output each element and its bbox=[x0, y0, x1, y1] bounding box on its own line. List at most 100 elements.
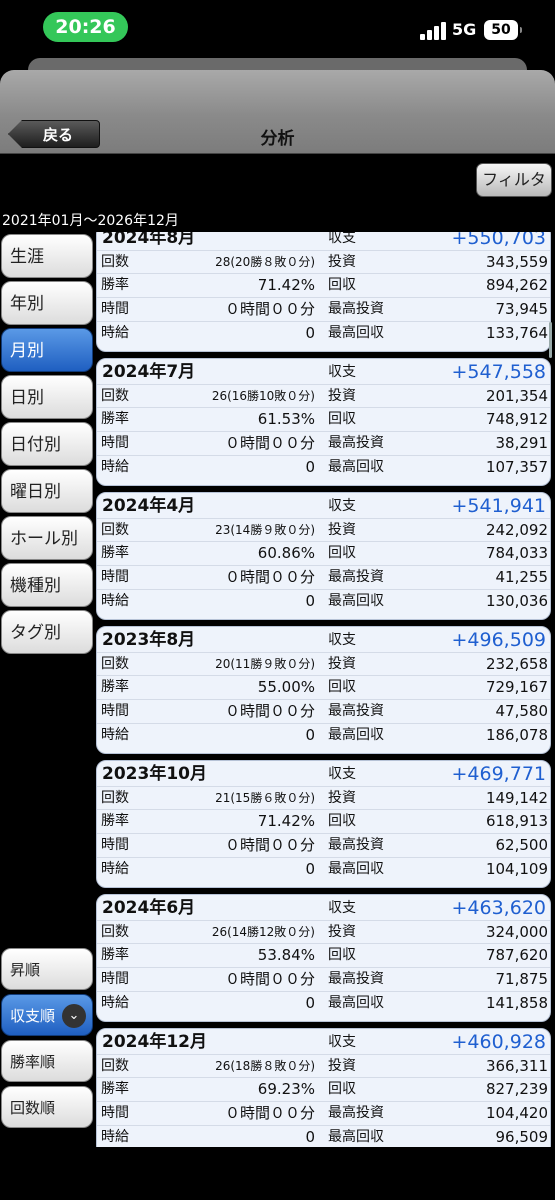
investment-value: 242,092 bbox=[485, 521, 548, 539]
list-item[interactable]: 2024年6月 収支 +463,620 回数 26(14勝12敗０分) 投資 3… bbox=[96, 894, 551, 1022]
battery-icon: 50 bbox=[484, 20, 522, 40]
month-title: 2024年4月 bbox=[102, 496, 196, 516]
return-label: 回収 bbox=[328, 813, 356, 829]
sidebar-item-by-machine[interactable]: 機種別 bbox=[1, 563, 93, 607]
hourly-label: 時給 bbox=[101, 459, 129, 475]
hourly-label: 時給 bbox=[101, 593, 129, 609]
profit-label: 収支 bbox=[328, 766, 356, 782]
sidebar-item-by-tag[interactable]: タグ別 bbox=[1, 610, 93, 654]
return-value: 748,912 bbox=[485, 410, 548, 428]
max-return-label: 最高回収 bbox=[328, 593, 384, 609]
table-row: 時給 0 最高回収 130,036 bbox=[97, 589, 550, 613]
return-label: 回収 bbox=[328, 277, 356, 293]
max-investment-value: 73,945 bbox=[495, 300, 549, 318]
profit-label: 収支 bbox=[328, 900, 356, 916]
sort-by-profit-button[interactable]: 収支順 ⌄ bbox=[1, 994, 93, 1036]
sidebar-item-by-hall[interactable]: ホール別 bbox=[1, 516, 93, 560]
sidebar-item-lifetime[interactable]: 生涯 bbox=[1, 234, 93, 278]
count-value: 26(16勝10敗０分) bbox=[211, 389, 315, 403]
table-row: 回数 26(16勝10敗０分) 投資 201,354 bbox=[97, 384, 550, 408]
count-label: 回数 bbox=[101, 656, 129, 672]
sidebar-item-by-weekday[interactable]: 曜日別 bbox=[1, 469, 93, 513]
table-row: 勝率 69.23% 回収 827,239 bbox=[97, 1077, 550, 1101]
results-list[interactable]: 2024年8月 収支 +550,703 回数 28(20勝８敗０分) 投資 34… bbox=[94, 232, 555, 1147]
max-return-value: 104,109 bbox=[485, 860, 548, 878]
time-value: ０時間００分 bbox=[224, 1104, 315, 1122]
investment-label: 投資 bbox=[328, 790, 356, 806]
max-investment-label: 最高投資 bbox=[328, 435, 384, 451]
time-label: 時間 bbox=[101, 569, 129, 585]
winrate-label: 勝率 bbox=[101, 813, 129, 829]
time-label: 時間 bbox=[101, 301, 129, 317]
hourly-label: 時給 bbox=[101, 325, 129, 341]
list-item[interactable]: 2023年8月 収支 +496,509 回数 20(11勝９敗０分) 投資 23… bbox=[96, 626, 551, 754]
table-row: 時間 ０時間００分 最高投資 104,420 bbox=[97, 1101, 550, 1125]
list-item[interactable]: 2024年7月 収支 +547,558 回数 26(16勝10敗０分) 投資 2… bbox=[96, 358, 551, 486]
table-row: 勝率 53.84% 回収 787,620 bbox=[97, 943, 550, 967]
table-row: 勝率 60.86% 回収 784,033 bbox=[97, 541, 550, 565]
return-label: 回収 bbox=[328, 679, 356, 695]
page-title: 分析 bbox=[260, 129, 295, 149]
scrollbar[interactable] bbox=[549, 322, 552, 358]
max-return-value: 186,078 bbox=[485, 726, 548, 744]
winrate-value: 55.00% bbox=[257, 678, 315, 696]
max-investment-label: 最高投資 bbox=[328, 971, 384, 987]
sidebar-item-by-date[interactable]: 日付別 bbox=[1, 422, 93, 466]
network-type: 5G bbox=[452, 20, 477, 39]
sidebar-item-monthly[interactable]: 月別 bbox=[1, 328, 93, 372]
filter-button[interactable]: フィルタ bbox=[476, 163, 552, 197]
table-row: 回数 26(14勝12敗０分) 投資 324,000 bbox=[97, 920, 550, 944]
max-return-value: 133,764 bbox=[485, 324, 548, 342]
hourly-value: 0 bbox=[305, 726, 315, 744]
cellular-signal-icon bbox=[420, 22, 448, 40]
winrate-value: 69.23% bbox=[257, 1080, 315, 1098]
max-return-label: 最高回収 bbox=[328, 459, 384, 475]
list-item[interactable]: 2024年12月 収支 +460,928 回数 26(18勝８敗０分) 投資 3… bbox=[96, 1028, 551, 1147]
month-title: 2024年12月 bbox=[102, 1032, 207, 1052]
table-row: 時給 0 最高回収 96,509 bbox=[97, 1125, 550, 1147]
table-row: 回数 26(18勝８敗０分) 投資 366,311 bbox=[97, 1054, 550, 1078]
investment-value: 324,000 bbox=[485, 923, 548, 941]
profit-value: +541,941 bbox=[451, 495, 547, 517]
table-row: 回数 28(20勝８敗０分) 投資 343,559 bbox=[97, 250, 550, 274]
profit-label: 収支 bbox=[328, 632, 356, 648]
sort-ascending-button[interactable]: 昇順 bbox=[1, 948, 93, 990]
list-item[interactable]: 2023年10月 収支 +469,771 回数 21(15勝６敗０分) 投資 1… bbox=[96, 760, 551, 888]
sort-by-count-button[interactable]: 回数順 bbox=[1, 1086, 93, 1128]
table-row: 時間 ０時間００分 最高投資 47,580 bbox=[97, 699, 550, 723]
list-item[interactable]: 2024年8月 収支 +550,703 回数 28(20勝８敗０分) 投資 34… bbox=[96, 232, 551, 352]
table-row: 時給 0 最高回収 186,078 bbox=[97, 723, 550, 747]
count-value: 20(11勝９敗０分) bbox=[215, 657, 315, 671]
month-title: 2024年7月 bbox=[102, 362, 196, 382]
sidebar-item-yearly[interactable]: 年別 bbox=[1, 281, 93, 325]
table-row: 勝率 55.00% 回収 729,167 bbox=[97, 675, 550, 699]
investment-value: 232,658 bbox=[485, 655, 548, 673]
table-row: 時間 ０時間００分 最高投資 71,875 bbox=[97, 967, 550, 991]
status-bar: 20:26 5G 50 bbox=[0, 0, 555, 56]
sort-by-winrate-button[interactable]: 勝率順 bbox=[1, 1040, 93, 1082]
winrate-label: 勝率 bbox=[101, 947, 129, 963]
table-row: 時間 ０時間００分 最高投資 41,255 bbox=[97, 565, 550, 589]
max-return-label: 最高回収 bbox=[328, 727, 384, 743]
return-label: 回収 bbox=[328, 411, 356, 427]
max-return-value: 141,858 bbox=[485, 994, 548, 1012]
return-value: 784,033 bbox=[485, 544, 548, 562]
max-investment-label: 最高投資 bbox=[328, 703, 384, 719]
hourly-value: 0 bbox=[305, 324, 315, 342]
count-value: 26(14勝12敗０分) bbox=[211, 925, 315, 939]
list-item[interactable]: 2024年4月 収支 +541,941 回数 23(14勝９敗０分) 投資 24… bbox=[96, 492, 551, 620]
count-label: 回数 bbox=[101, 924, 129, 940]
count-label: 回数 bbox=[101, 790, 129, 806]
bottom-area bbox=[0, 1147, 555, 1200]
time-value: ０時間００分 bbox=[224, 702, 315, 720]
month-title: 2024年6月 bbox=[102, 898, 196, 918]
profit-value: +547,558 bbox=[451, 361, 547, 383]
winrate-value: 53.84% bbox=[257, 946, 315, 964]
status-time: 20:26 bbox=[43, 12, 128, 42]
hourly-value: 0 bbox=[305, 994, 315, 1012]
investment-label: 投資 bbox=[328, 522, 356, 538]
profit-label: 収支 bbox=[328, 498, 356, 514]
hourly-label: 時給 bbox=[101, 727, 129, 743]
sidebar-item-daily[interactable]: 日別 bbox=[1, 375, 93, 419]
table-row: 時給 0 最高回収 141,858 bbox=[97, 991, 550, 1015]
